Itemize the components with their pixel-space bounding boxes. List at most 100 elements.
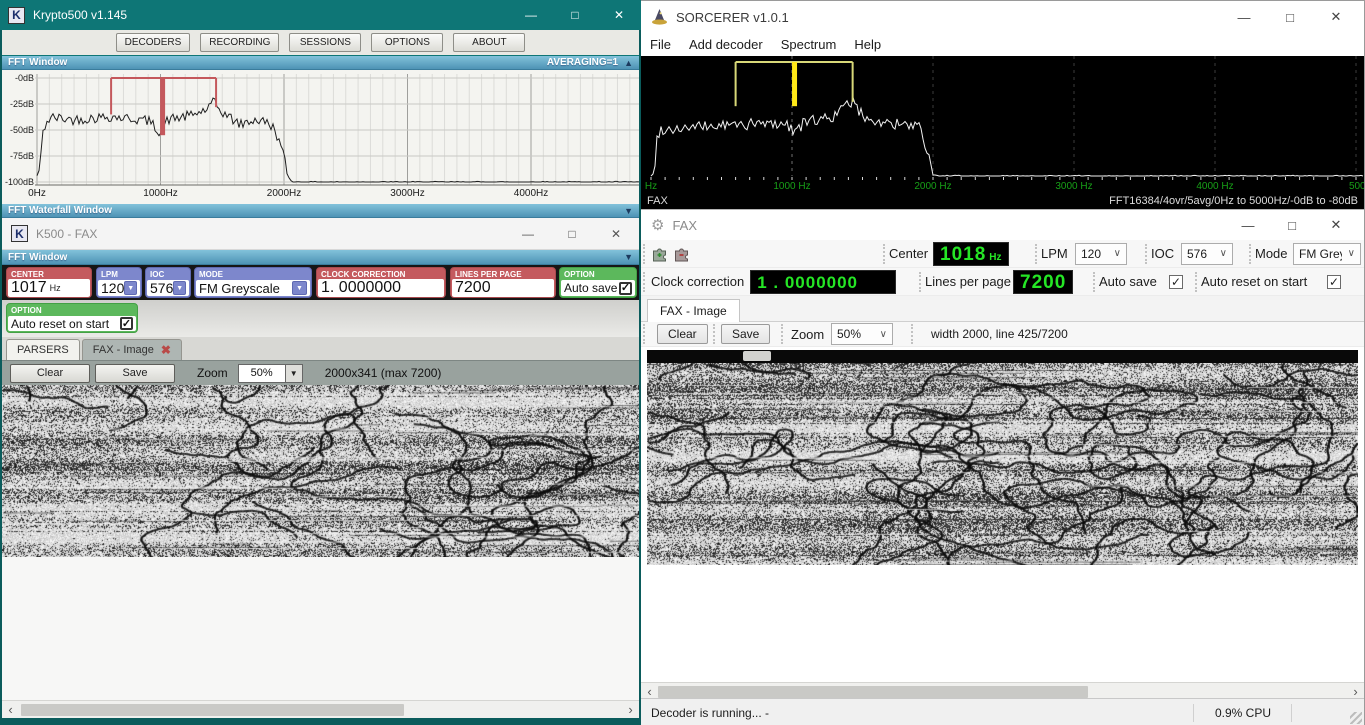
fax-image-size-status: width 2000, line 425/7200	[931, 327, 1068, 341]
mode-control[interactable]: MODE FM Greyscale ▼	[194, 267, 312, 298]
lpm-select[interactable]: 120 ∨	[1075, 242, 1127, 265]
tab-parsers[interactable]: PARSERS	[6, 339, 80, 360]
ioc-control[interactable]: IOC 576 ▼	[145, 267, 191, 298]
lpm-control[interactable]: LPM 120 ▼	[96, 267, 142, 298]
krypto-menubar: DECODERS RECORDING SESSIONS OPTIONS ABOU…	[2, 30, 639, 56]
fft-waterfall-header[interactable]: FFT Waterfall Window ▼	[2, 204, 639, 218]
mode-select[interactable]: FM Greyscale ∨	[1293, 242, 1361, 265]
collapse-down-icon[interactable]: ▼	[624, 252, 633, 262]
svg-text:-25dB: -25dB	[10, 99, 34, 109]
mode-value[interactable]: FM Greyscale	[199, 281, 280, 296]
zoom-select[interactable]: 50%	[237, 363, 286, 383]
clear-button[interactable]: Clear	[657, 324, 708, 344]
center-value[interactable]: 1017	[11, 279, 47, 297]
svg-text:3000 Hz: 3000 Hz	[1055, 181, 1092, 192]
chevron-down-icon: ∨	[1113, 248, 1121, 259]
krypto-close-button[interactable]: ✕	[605, 4, 633, 26]
ioc-label: IOC	[150, 270, 165, 279]
remove-decoder-icon[interactable]	[673, 246, 690, 262]
clear-button[interactable]: Clear	[10, 363, 90, 383]
k500-controls: CENTER 1017 Hz LPM 120 ▼ IOC 576 ▼ MODE FM …	[2, 265, 639, 300]
tab-fax-image[interactable]: FAX - Image ✖	[81, 339, 182, 360]
auto-reset-checkbox[interactable]: ✓	[1327, 274, 1341, 289]
scroll-right-icon[interactable]: ›	[622, 701, 639, 718]
k500-fax-minimize-button[interactable]: —	[514, 223, 542, 245]
clock-correction-label: Clock correction	[651, 274, 745, 289]
krypto500-window: K Krypto500 v1.145 — □ ✕ DECODERS RECORD…	[0, 0, 641, 725]
save-button[interactable]: Save	[95, 363, 175, 383]
lines-per-page-value[interactable]: 7200	[455, 279, 491, 297]
lpm-value[interactable]: 120	[101, 280, 124, 296]
center-value-display: 1018 Hz	[933, 241, 1009, 266]
save-button[interactable]: Save	[721, 324, 771, 344]
k500-fax-maximize-button[interactable]: □	[558, 223, 586, 245]
center-label: Center	[889, 246, 929, 261]
auto-reset-control[interactable]: OPTION Auto reset on start ✓	[6, 303, 138, 333]
sorcerer-spectrum-panel[interactable]: Hz 1000 Hz 2000 Hz 3000 Hz 4000 Hz 500 FAX FF…	[641, 56, 1364, 209]
krypto-maximize-button[interactable]: □	[561, 4, 589, 26]
tab-fax-image[interactable]: FAX - Image	[647, 299, 740, 322]
sessions-button[interactable]: SESSIONS	[289, 33, 362, 52]
lines-per-page-control[interactable]: LINES PER PAGE 7200	[450, 267, 556, 298]
scrollbar-thumb[interactable]	[21, 703, 404, 716]
sorcerer-statusbar: Decoder is running... - 0.9% CPU	[641, 698, 1364, 725]
recording-button[interactable]: RECORDING	[200, 33, 280, 52]
svg-text:1000 Hz: 1000 Hz	[773, 181, 810, 192]
menu-help[interactable]: Help	[845, 37, 890, 52]
k500-horizontal-scrollbar[interactable]: ‹ ›	[2, 700, 639, 718]
krypto-minimize-button[interactable]: —	[517, 4, 545, 26]
decoders-button[interactable]: DECODERS	[115, 33, 191, 52]
mode-dropdown-icon[interactable]: ▼	[292, 281, 307, 295]
zoom-value: 50%	[837, 327, 862, 341]
sorcerer-menubar: File Add decoder Spectrum Help	[641, 33, 1364, 56]
fax-black-band	[647, 350, 1358, 363]
k500-fft-window-header[interactable]: FFT Window ▼	[2, 250, 639, 265]
k500-fax-close-button[interactable]: ✕	[602, 223, 630, 245]
add-decoder-icon[interactable]	[651, 246, 668, 262]
auto-save-control[interactable]: OPTION Auto save ✓	[559, 267, 637, 298]
about-button[interactable]: ABOUT	[453, 33, 526, 52]
auto-save-checkbox[interactable]: ✓	[1169, 274, 1183, 289]
sorcerer-app-icon	[652, 8, 667, 25]
chevron-down-icon: ∨	[1347, 248, 1355, 259]
ioc-select[interactable]: 576 ∨	[1181, 242, 1233, 265]
options-button[interactable]: OPTIONS	[371, 33, 444, 52]
menu-spectrum[interactable]: Spectrum	[772, 37, 846, 52]
clock-correction-control[interactable]: CLOCK CORRECTION 1. 0000000	[316, 267, 446, 298]
ioc-dropdown-icon[interactable]: ▼	[173, 281, 186, 295]
fax-minimize-button[interactable]: —	[1230, 214, 1266, 236]
menu-file[interactable]: File	[641, 37, 680, 52]
auto-reset-checkbox[interactable]: ✓	[120, 317, 133, 330]
scrollbar-thumb[interactable]	[658, 685, 1088, 698]
center-label: CENTER	[11, 270, 44, 279]
center-unit: Hz	[989, 251, 1002, 263]
tab-fax-image-label: FAX - Image	[92, 344, 154, 356]
scroll-left-icon[interactable]: ‹	[2, 701, 19, 718]
svg-text:2000Hz: 2000Hz	[267, 188, 301, 199]
fax-close-button[interactable]: ✕	[1318, 214, 1354, 236]
tab-close-icon[interactable]: ✖	[161, 343, 171, 357]
lpm-label: LPM	[101, 270, 118, 279]
menu-add-decoder[interactable]: Add decoder	[680, 37, 772, 52]
fft-window-header[interactable]: FFT Window AVERAGING=1 ▲	[2, 56, 639, 70]
svg-text:3000Hz: 3000Hz	[390, 188, 424, 199]
svg-text:-100dB: -100dB	[5, 177, 34, 187]
resize-grip[interactable]	[1350, 712, 1362, 724]
ioc-value[interactable]: 576	[150, 280, 173, 296]
sorcerer-minimize-button[interactable]: —	[1226, 6, 1262, 28]
zoom-select[interactable]: 50% ∨	[831, 323, 893, 345]
clock-correction-value[interactable]: 1. 0000000	[321, 279, 401, 297]
fax-maximize-button[interactable]: □	[1274, 214, 1310, 236]
svg-text:-75dB: -75dB	[10, 151, 34, 161]
collapse-down-icon[interactable]: ▼	[624, 206, 633, 216]
collapse-up-icon[interactable]: ▲	[624, 58, 633, 68]
auto-save-checkbox[interactable]: ✓	[619, 281, 632, 295]
sorcerer-maximize-button[interactable]: □	[1272, 6, 1308, 28]
zoom-dropdown-icon[interactable]: ▼	[285, 363, 303, 383]
screen: K Krypto500 v1.145 — □ ✕ DECODERS RECORD…	[0, 0, 1365, 725]
lpm-dropdown-icon[interactable]: ▼	[124, 281, 137, 295]
sorcerer-close-button[interactable]: ✕	[1318, 6, 1354, 28]
fax-sync-blob	[743, 351, 771, 361]
center-frequency-control[interactable]: CENTER 1017 Hz	[6, 267, 92, 298]
option-label: OPTION	[564, 270, 595, 279]
